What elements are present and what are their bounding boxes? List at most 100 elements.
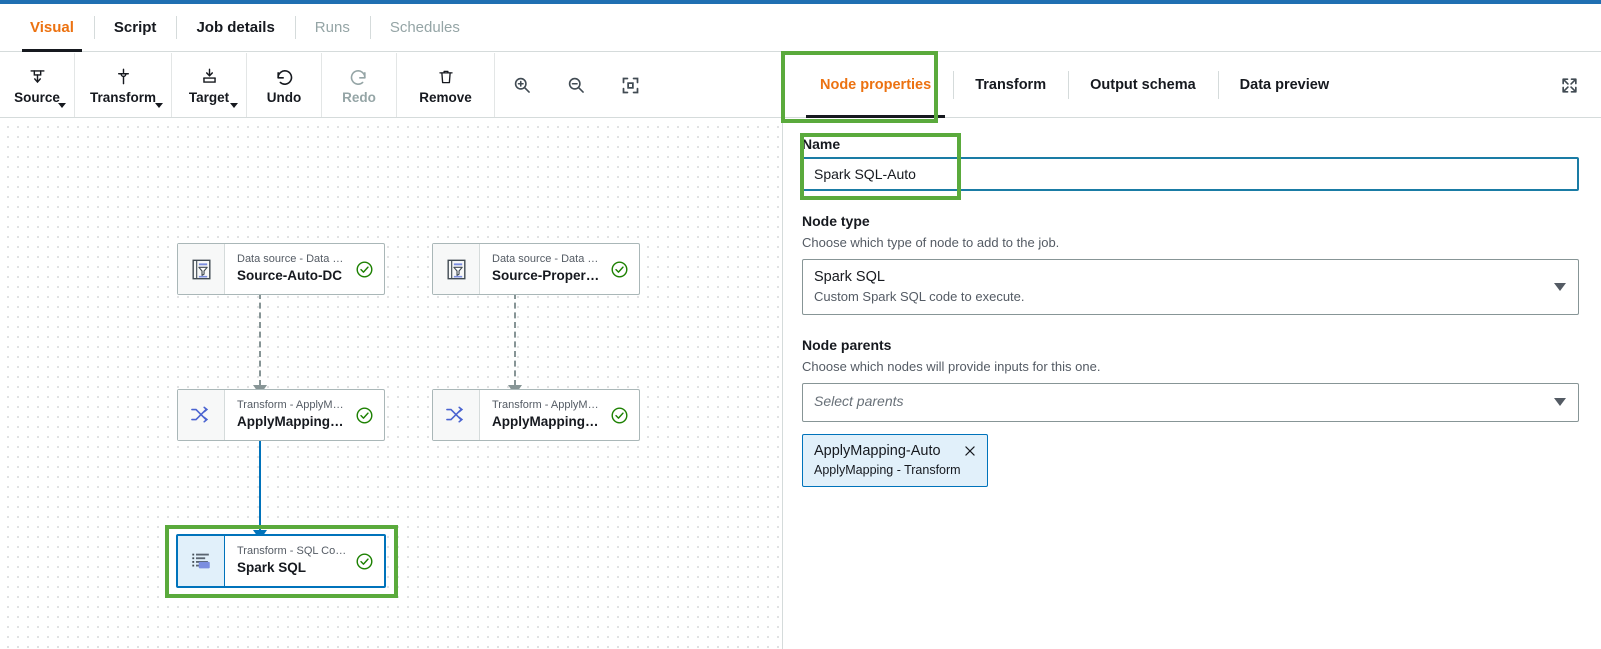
edge-applymapping-auto-to-spark-sql[interactable]: [248, 428, 272, 540]
node-texts: Transform - SQL Code Spark SQL: [237, 544, 347, 577]
toolbar-source-label: Source: [14, 91, 60, 105]
node-status-valid-icon: [355, 406, 374, 425]
node-texts: Transform - ApplyMapping ApplyMapping-Pr…: [492, 398, 602, 431]
edge-source-auto-to-applymapping-auto[interactable]: [249, 283, 271, 395]
chevron-down-icon: [1554, 398, 1566, 406]
tab-job-details[interactable]: Job details: [176, 4, 294, 51]
tab-visual[interactable]: Visual: [10, 4, 94, 51]
node-parents-placeholder: Select parents: [814, 392, 1542, 412]
node-texts: Data source - Data Catalog Source-Proper…: [492, 252, 602, 285]
tab-job-details-label: Job details: [196, 19, 274, 36]
node-type-label: Transform - ApplyMapping: [237, 398, 347, 413]
node-texts: Data source - Data Catalog Source-Auto-D…: [237, 252, 347, 285]
zoom-out-icon[interactable]: [563, 72, 589, 98]
data-catalog-icon: [433, 244, 480, 294]
job-graph-canvas[interactable]: Data source - Data Catalog Source-Auto-D…: [0, 119, 783, 649]
canvas-node-spark-sql[interactable]: Transform - SQL Code Spark SQL: [176, 534, 386, 588]
toolbar-transform-button[interactable]: Transform: [75, 53, 172, 117]
node-parents-select[interactable]: Select parents: [802, 383, 1579, 422]
canvas-node-applymapping-property[interactable]: Transform - ApplyMapping ApplyMapping-Pr…: [432, 389, 640, 441]
transform-icon: [114, 66, 133, 88]
tab-script-label: Script: [114, 19, 157, 36]
panel-tab-bar: Node properties Transform Output schema …: [784, 53, 1601, 118]
node-status-valid-icon: [355, 552, 374, 571]
chevron-down-icon: [155, 103, 163, 108]
tab-transform-label: Transform: [975, 77, 1046, 93]
toolbar-target-button[interactable]: Target: [172, 53, 247, 117]
chip-title: ApplyMapping-Auto: [814, 441, 941, 461]
tab-runs: Runs: [295, 4, 370, 51]
canvas-node-applymapping-auto[interactable]: Transform - ApplyMapping ApplyMapping-Au…: [177, 389, 385, 441]
tab-node-properties[interactable]: Node properties: [798, 53, 953, 117]
source-icon: [28, 66, 47, 88]
node-name-label: ApplyMapping-Auto: [237, 413, 347, 431]
tab-visual-label: Visual: [30, 19, 74, 36]
tab-node-properties-label: Node properties: [820, 77, 931, 93]
tab-output-schema[interactable]: Output schema: [1068, 53, 1218, 117]
panel-content: Name Spark SQL-Auto Node type Choose whi…: [784, 118, 1601, 487]
node-name-label: ApplyMapping-Prope…: [492, 413, 602, 431]
name-field-group: Name Spark SQL-Auto: [802, 136, 1579, 191]
toolbar-redo-label: Redo: [342, 91, 376, 105]
node-parent-chip-applymapping-auto[interactable]: ApplyMapping-Auto ApplyMapping - Transfo…: [802, 434, 988, 487]
node-name-label: Source-Property-DC: [492, 267, 602, 285]
node-type-selected-description: Custom Spark SQL code to execute.: [814, 288, 1542, 306]
zoom-controls: [495, 53, 643, 117]
canvas-node-source-property-dc[interactable]: Data source - Data Catalog Source-Proper…: [432, 243, 640, 295]
tab-schedules-label: Schedules: [390, 19, 460, 36]
chevron-down-icon: [58, 103, 66, 108]
toolbar-redo-button: Redo: [322, 53, 397, 117]
chevron-down-icon: [230, 103, 238, 108]
toolbar-target-label: Target: [189, 91, 229, 105]
canvas-node-source-auto-dc[interactable]: Data source - Data Catalog Source-Auto-D…: [177, 243, 385, 295]
node-body: Transform - SQL Code Spark SQL: [225, 536, 384, 586]
chevron-down-icon: [1554, 283, 1566, 291]
toolbar-remove-button[interactable]: Remove: [397, 53, 495, 117]
tab-transform[interactable]: Transform: [953, 53, 1068, 117]
edge-line: [514, 293, 516, 386]
target-icon: [200, 66, 219, 88]
name-input[interactable]: Spark SQL-Auto: [802, 157, 1579, 191]
tab-schedules: Schedules: [370, 4, 480, 51]
toolbar-source-button[interactable]: Source: [0, 53, 75, 117]
toolbar-undo-label: Undo: [267, 91, 302, 105]
node-type-label: Node type: [802, 213, 1579, 229]
tab-data-preview[interactable]: Data preview: [1218, 53, 1351, 117]
node-parents-label: Node parents: [802, 337, 1579, 353]
toolbar-transform-label: Transform: [90, 91, 156, 105]
edge-source-property-to-applymapping-property[interactable]: [504, 283, 526, 395]
undo-icon: [274, 66, 294, 88]
chip-header: ApplyMapping-Auto: [814, 441, 977, 461]
fit-to-screen-icon[interactable]: [617, 72, 643, 98]
node-parents-chip-list: ApplyMapping-Auto ApplyMapping - Transfo…: [802, 434, 1579, 487]
name-input-value: Spark SQL-Auto: [814, 166, 916, 182]
tab-runs-label: Runs: [315, 19, 350, 36]
glue-studio-visual-editor: Visual Script Job details Runs Schedules…: [0, 0, 1601, 649]
zoom-in-icon[interactable]: [509, 72, 535, 98]
sql-code-icon: [178, 536, 225, 586]
node-parents-field-group: Node parents Choose which nodes will pro…: [802, 337, 1579, 487]
node-status-valid-icon: [610, 406, 629, 425]
node-type-label: Data source - Data Catalog: [492, 252, 602, 267]
data-catalog-icon: [178, 244, 225, 294]
toolbar-remove-label: Remove: [419, 91, 472, 105]
tab-script[interactable]: Script: [94, 4, 177, 51]
tab-output-schema-label: Output schema: [1090, 77, 1196, 93]
node-body: Data source - Data Catalog Source-Auto-D…: [225, 244, 384, 294]
node-type-selected-value: Spark SQL: [814, 267, 1542, 289]
node-type-label: Data source - Data Catalog: [237, 252, 347, 267]
toolbar-undo-button[interactable]: Undo: [247, 53, 322, 117]
node-texts: Transform - ApplyMapping ApplyMapping-Au…: [237, 398, 347, 431]
apply-mapping-icon: [433, 390, 480, 440]
node-details-panel: Node properties Transform Output schema …: [784, 53, 1601, 649]
node-status-valid-icon: [355, 260, 374, 279]
node-body: Transform - ApplyMapping ApplyMapping-Au…: [225, 390, 384, 440]
node-name-label: Spark SQL: [237, 559, 347, 577]
node-type-select[interactable]: Spark SQL Custom Spark SQL code to execu…: [802, 259, 1579, 316]
trash-icon: [437, 66, 455, 88]
expand-icon[interactable]: [1560, 53, 1601, 117]
close-icon[interactable]: [963, 444, 977, 458]
node-name-label: Source-Auto-DC: [237, 267, 347, 285]
node-type-label: Transform - ApplyMapping: [492, 398, 602, 413]
edge-line: [259, 439, 261, 531]
